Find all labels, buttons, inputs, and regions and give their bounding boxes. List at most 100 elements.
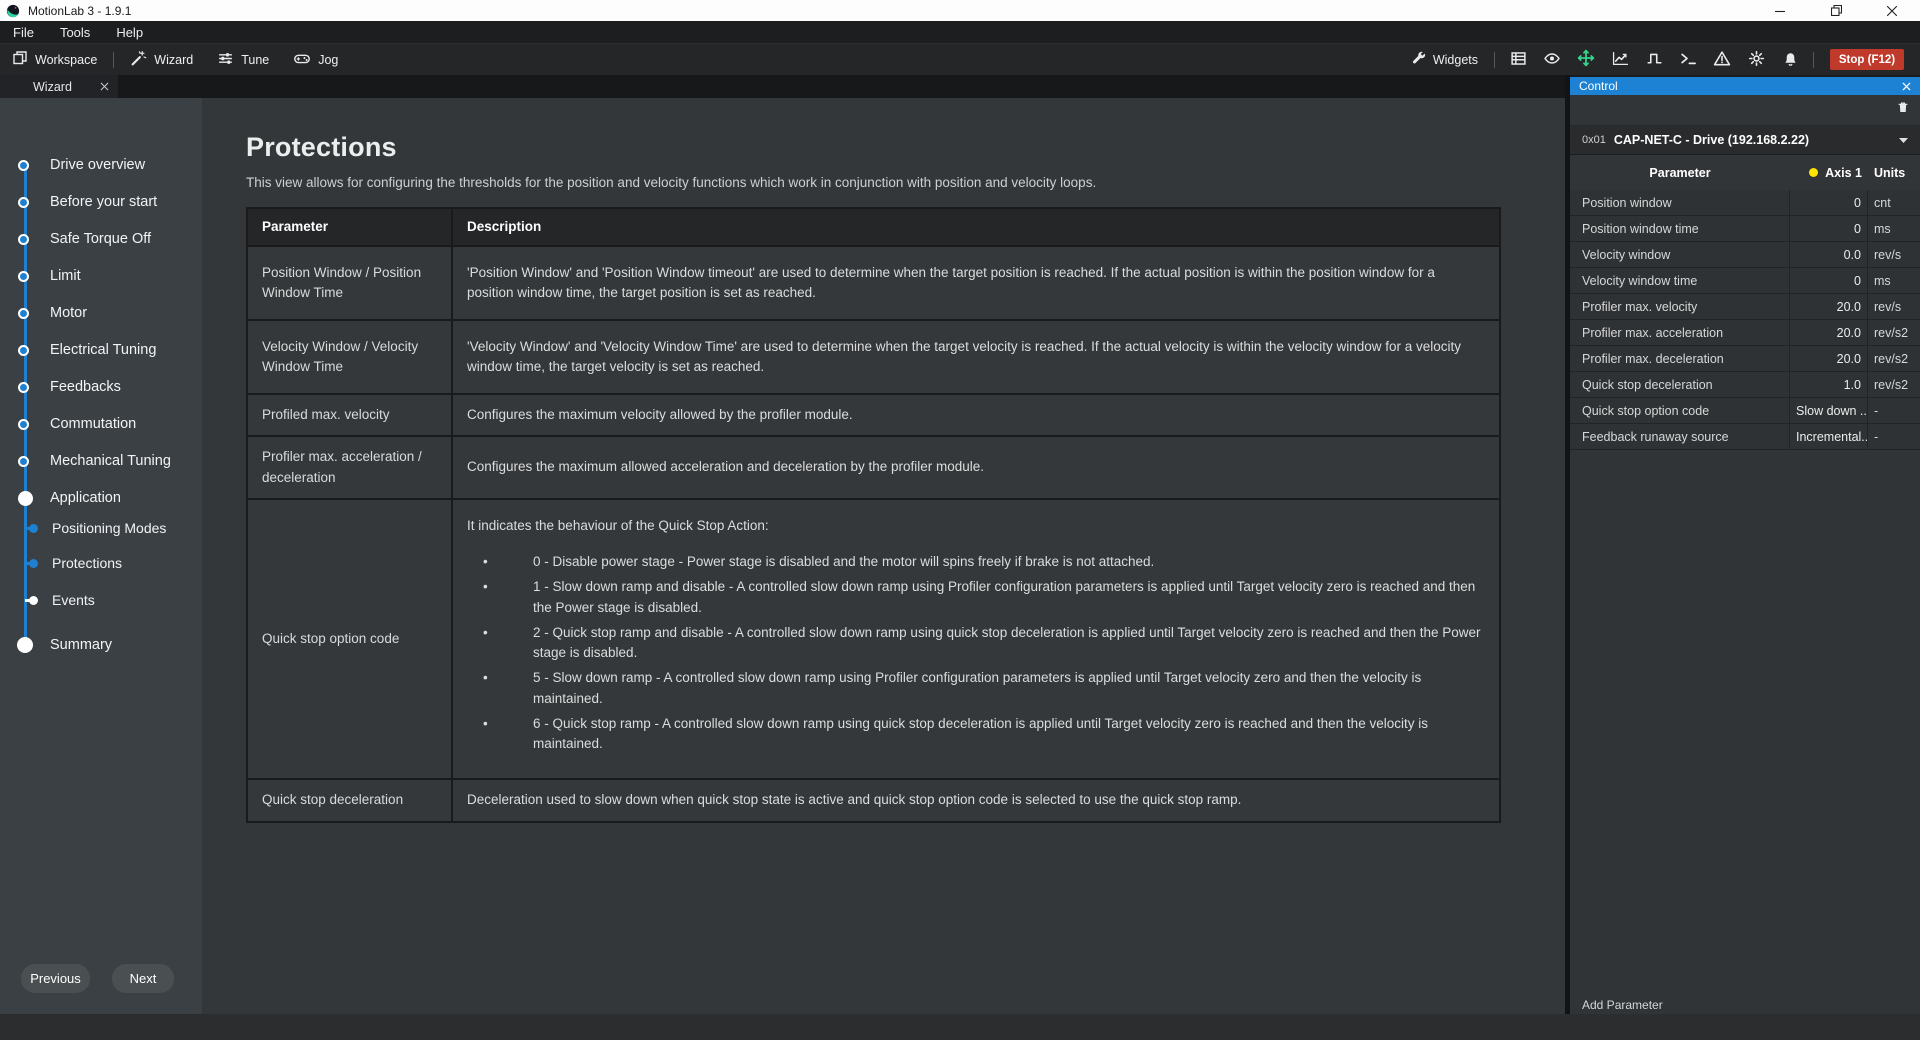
tune-button[interactable]: Tune [205,44,281,75]
parameter-row[interactable]: Profiler max. velocity 20.0 rev/s [1570,294,1920,320]
toolbar-divider [1494,52,1495,68]
step-indicator [18,345,29,356]
step-indicator [18,271,29,282]
parameter-row[interactable]: Feedback runaway source Incremental... - [1570,424,1920,450]
tab-close-icon[interactable] [100,82,109,91]
widgets-button[interactable]: Widgets [1404,51,1486,69]
table-row: Quick stop option code It indicates the … [247,499,1500,780]
axis-status-dot [1809,168,1818,177]
step-indicator [18,308,29,319]
toolbar-divider [1813,52,1814,68]
device-address: 0x01 [1582,134,1606,146]
control-panel-toolbar [1570,95,1920,126]
table-row: Profiler max. acceleration / deceleratio… [247,436,1500,499]
tab-wizard[interactable]: Wizard [0,75,118,98]
warning-icon [1713,50,1731,70]
chevron-down-icon [1899,138,1908,143]
parameter-row[interactable]: Profiler max. acceleration 20.0 rev/s2 [1570,320,1920,346]
menu-help[interactable]: Help [103,21,156,43]
table-row: Position Window / Position Window Time '… [247,246,1500,320]
table-row: Quick stop deceleration Deceleration use… [247,779,1500,821]
scope-button[interactable] [1605,47,1635,73]
notifications-button[interactable] [1775,47,1805,73]
restore-button[interactable] [1808,0,1864,21]
gamepad-icon [293,50,311,70]
step-indicator [18,456,29,467]
device-name: CAP-NET-C - Drive (192.168.2.22) [1614,133,1809,147]
title-bar: MotionLab 3 - 1.9.1 [0,0,1920,21]
step-indicator [29,524,38,533]
toolbar-divider [113,52,114,68]
window-title: MotionLab 3 - 1.9.1 [28,4,131,18]
table-row: Profiled max. velocity Configures the ma… [247,394,1500,436]
menu-file[interactable]: File [0,21,47,43]
close-icon[interactable] [1902,82,1911,91]
waveform-button[interactable] [1639,47,1669,73]
eye-icon [1543,50,1561,70]
wizard-button[interactable]: Wizard [118,44,205,75]
move-icon [1577,49,1595,70]
parameter-row[interactable]: Velocity window time 0 ms [1570,268,1920,294]
errors-button[interactable] [1707,47,1737,73]
settings-button[interactable] [1741,47,1771,73]
control-panel: Control 0x01 CAP-NET-C - Drive (192.168.… [1570,77,1920,1014]
workspace-button[interactable]: Workspace [0,44,109,75]
column-header-parameter: Parameter [247,208,452,246]
parameter-row[interactable]: Profiler max. deceleration 20.0 rev/s2 [1570,346,1920,372]
table-row: Velocity Window / Velocity Window Time '… [247,320,1500,394]
next-button[interactable]: Next [112,964,174,993]
control-panel-title: Control [1579,79,1618,93]
page-subtitle: This view allows for configuring the thr… [246,175,1565,190]
step-indicator [29,559,38,568]
minimize-button[interactable] [1752,0,1808,21]
list-item: • 6 - Quick stop ramp - A controlled slo… [467,714,1485,755]
header-units: Units [1868,166,1920,180]
table-widget-button[interactable] [1503,47,1533,73]
device-selector[interactable]: 0x01 CAP-NET-C - Drive (192.168.2.22) [1570,126,1920,155]
gear-icon [1748,50,1765,70]
menu-tools[interactable]: Tools [47,21,103,43]
workspace-icon [12,50,28,69]
step-indicator [17,637,33,653]
table-icon [1510,50,1527,70]
app-logo-icon [6,4,20,18]
parameter-row[interactable]: Velocity window 0.0 rev/s [1570,242,1920,268]
quick-stop-intro: It indicates the behaviour of the Quick … [467,516,1485,536]
console-button[interactable] [1673,47,1703,73]
column-header-description: Description [452,208,1500,246]
step-indicator [18,160,29,171]
list-item: • 5 - Slow down ramp - A controlled slow… [467,668,1485,709]
terminal-icon [1680,50,1697,70]
step-indicator [18,491,33,506]
previous-button[interactable]: Previous [21,964,90,993]
add-parameter-button[interactable]: Add Parameter [1570,996,1920,1014]
list-item: • 2 - Quick stop ramp and disable - A co… [467,623,1485,664]
list-item: • 1 - Slow down ramp and disable - A con… [467,577,1485,618]
watcher-button[interactable] [1537,47,1567,73]
motion-button[interactable] [1571,47,1601,73]
tab-strip: Wizard [0,75,1565,98]
trash-icon[interactable] [1896,100,1910,120]
parameter-row[interactable]: Quick stop option code Slow down ... - [1570,398,1920,424]
jog-button[interactable]: Jog [281,44,350,75]
wave-icon [1646,50,1663,70]
menu-bar: File Tools Help [0,21,1920,43]
step-indicator [29,596,38,605]
control-panel-header: Control [1570,77,1920,95]
step-indicator [18,234,29,245]
sliders-icon [217,50,234,70]
parameter-table-header: Parameter Axis 1 Units [1570,155,1920,190]
close-button[interactable] [1864,0,1920,21]
parameter-row[interactable]: Quick stop deceleration 1.0 rev/s2 [1570,372,1920,398]
table-header-row: Parameter Description [247,208,1500,246]
step-indicator [18,382,29,393]
page-title: Protections [246,132,1565,163]
parameter-row[interactable]: Position window time 0 ms [1570,216,1920,242]
list-item: • 0 - Disable power stage - Power stage … [467,552,1485,572]
toolbar: Workspace Wizard Tune Jog [0,43,1920,75]
chart-icon [1612,50,1629,70]
header-parameter: Parameter [1570,166,1790,180]
stop-button[interactable]: Stop (F12) [1830,49,1904,70]
protections-table: Parameter Description Position Window / … [246,207,1501,823]
parameter-row[interactable]: Position window 0 cnt [1570,190,1920,216]
